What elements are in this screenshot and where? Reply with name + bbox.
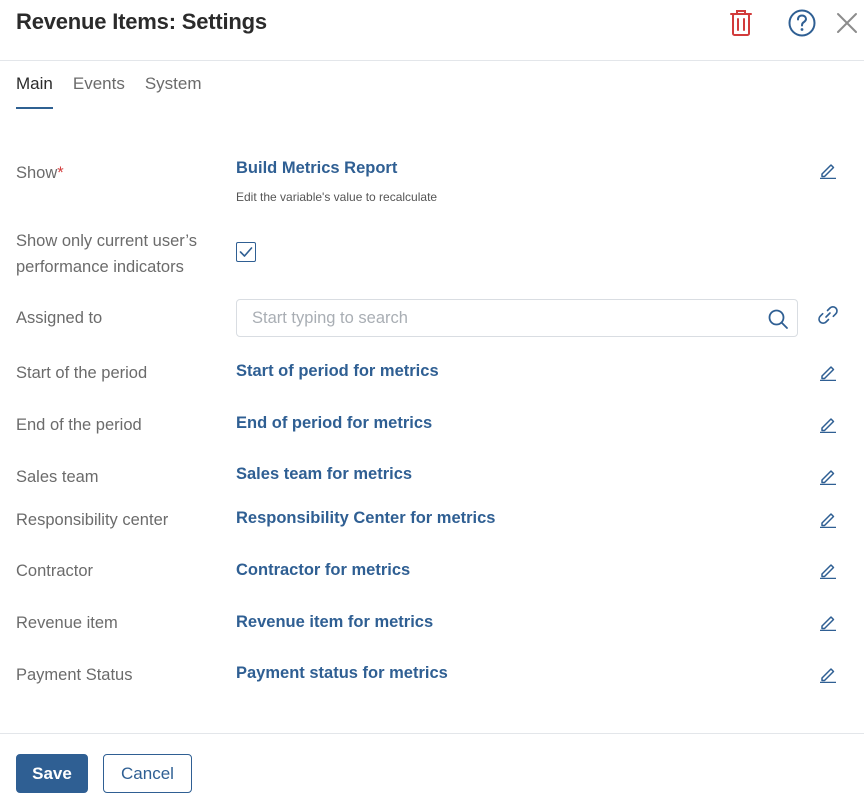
- required-mark: *: [57, 164, 64, 182]
- field-label-show: Show*: [16, 160, 64, 186]
- edit-show-button[interactable]: [818, 160, 838, 180]
- field-label-only-current-user: Show only current user’s performance ind…: [16, 228, 197, 280]
- delete-button[interactable]: [726, 8, 756, 38]
- pencil-icon: [820, 164, 836, 179]
- pencil-icon: [820, 616, 836, 631]
- edit-field-button[interactable]: [818, 612, 838, 632]
- tab-bar: Main Events System: [16, 73, 222, 109]
- field-label: Start of the period: [16, 364, 148, 382]
- field-value-link[interactable]: Contractor for metrics: [236, 559, 410, 581]
- field-label: End of the period: [16, 416, 142, 434]
- field-label: Responsibility center: [16, 511, 169, 529]
- pencil-icon: [820, 668, 836, 683]
- help-icon: [788, 9, 816, 37]
- trash-icon: [730, 10, 752, 36]
- help-button[interactable]: [787, 8, 817, 38]
- field-label: Payment Status: [16, 666, 133, 684]
- field-value-link[interactable]: Responsibility Center for metrics: [236, 507, 495, 529]
- link-icon[interactable]: [817, 304, 839, 326]
- assigned-to-search: [236, 299, 798, 337]
- pencil-icon: [820, 418, 836, 433]
- show-value-link[interactable]: Build Metrics Report: [236, 157, 397, 179]
- tab-system[interactable]: System: [145, 73, 202, 109]
- search-icon[interactable]: [767, 308, 789, 330]
- field-value-link[interactable]: Revenue item for metrics: [236, 611, 433, 633]
- edit-field-button[interactable]: [818, 466, 838, 486]
- close-button[interactable]: [832, 8, 862, 38]
- edit-field-button[interactable]: [818, 414, 838, 434]
- label-line-2: performance indicators: [16, 258, 184, 276]
- assigned-to-search-input[interactable]: [237, 300, 757, 336]
- field-value-link[interactable]: End of period for metrics: [236, 412, 432, 434]
- pencil-icon: [820, 470, 836, 485]
- field-label: Contractor: [16, 562, 94, 580]
- pencil-icon: [820, 564, 836, 579]
- edit-field-button[interactable]: [818, 362, 838, 382]
- pencil-icon: [820, 513, 836, 528]
- dialog-footer: Save Cancel: [0, 733, 864, 808]
- field-value-link[interactable]: Start of period for metrics: [236, 360, 439, 382]
- save-button[interactable]: Save: [16, 754, 88, 793]
- edit-field-button[interactable]: [818, 509, 838, 529]
- tab-events[interactable]: Events: [73, 73, 125, 109]
- pencil-icon: [820, 366, 836, 381]
- close-icon: [837, 13, 857, 33]
- tab-main[interactable]: Main: [16, 73, 53, 109]
- checkmark-icon: [239, 247, 253, 257]
- field-label-assigned-to: Assigned to: [16, 309, 103, 327]
- edit-field-button[interactable]: [818, 560, 838, 580]
- dialog-header: Revenue Items: Settings: [0, 0, 864, 61]
- dialog-title: Revenue Items: Settings: [16, 9, 267, 34]
- field-label-text: Show: [16, 164, 58, 182]
- show-hint: Edit the variable's value to recalculate: [236, 190, 438, 204]
- only-current-user-checkbox[interactable]: [236, 242, 256, 262]
- edit-field-button[interactable]: [818, 664, 838, 684]
- field-label: Revenue item: [16, 614, 118, 632]
- label-line-1: Show only current user’s: [16, 232, 197, 250]
- cancel-button[interactable]: Cancel: [103, 754, 192, 793]
- field-value-link[interactable]: Payment status for metrics: [236, 662, 448, 684]
- field-label: Sales team: [16, 468, 99, 486]
- field-value-link[interactable]: Sales team for metrics: [236, 463, 412, 485]
